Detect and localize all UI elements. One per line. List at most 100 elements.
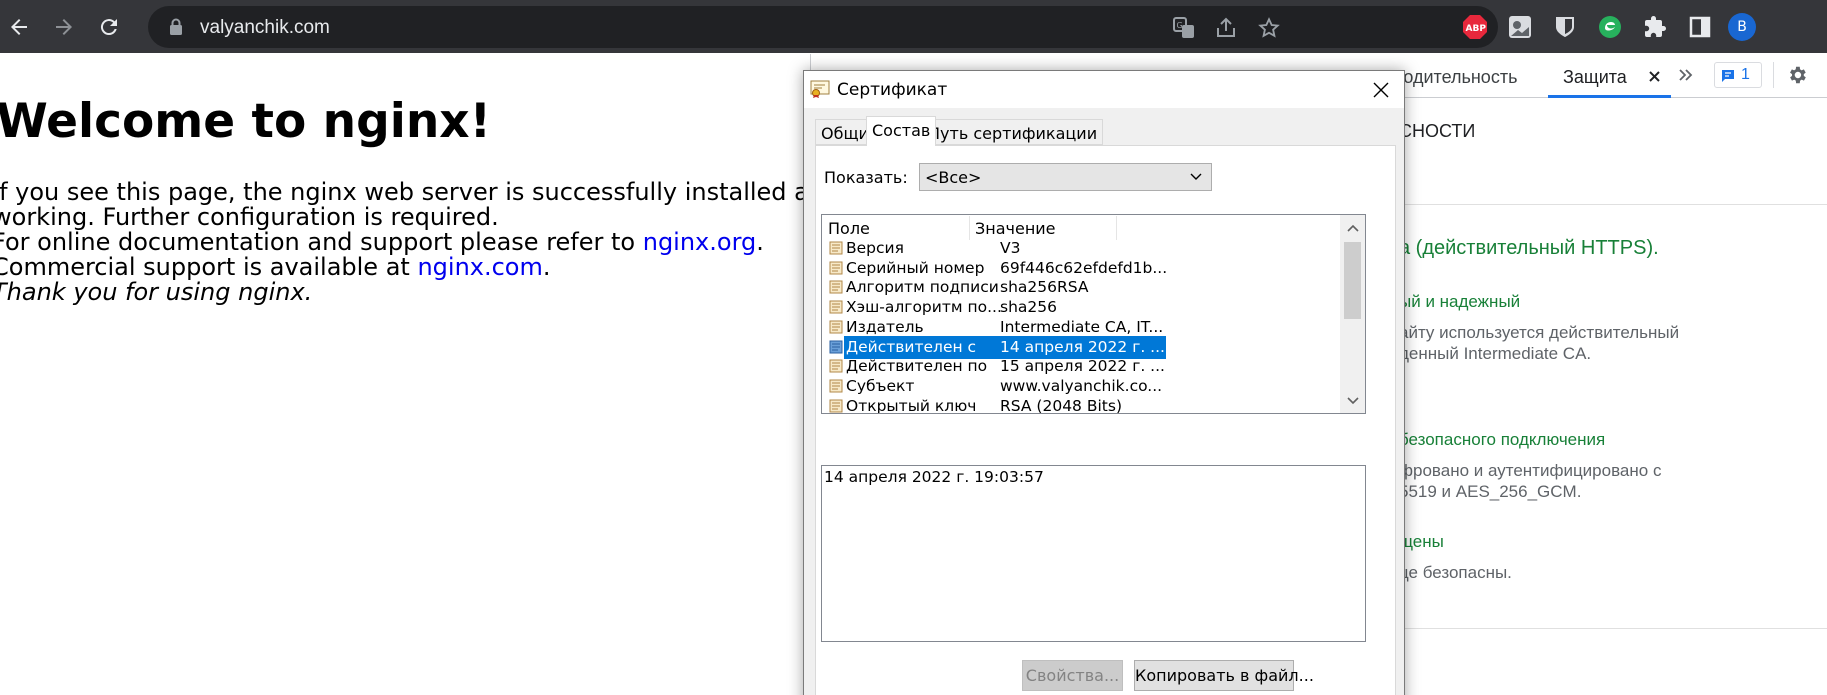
scroll-down-button[interactable]: [1340, 388, 1365, 413]
reload-button[interactable]: [92, 10, 126, 44]
share-button[interactable]: [1213, 15, 1239, 41]
svg-text:ABP: ABP: [1466, 24, 1487, 34]
nginx-com-link[interactable]: nginx.com: [417, 253, 542, 281]
dialog-title: Сертификат: [837, 80, 948, 100]
show-label: Показать:: [824, 168, 908, 187]
field-name: Открытый ключ: [846, 396, 977, 414]
star-icon: [1258, 17, 1280, 38]
divider: [1399, 204, 1827, 205]
close-button[interactable]: [1364, 75, 1398, 105]
list-scrollbar[interactable]: [1340, 215, 1365, 413]
paragraph-text: .: [756, 228, 764, 256]
thanks-italic: Thank you for using nginx.: [0, 278, 313, 306]
column-header-field[interactable]: Поле: [828, 219, 870, 238]
column-header-value[interactable]: Значение: [975, 219, 1056, 238]
certificate-field-icon: [829, 340, 843, 353]
certificate-field-icon: [829, 359, 843, 373]
nginx-org-link[interactable]: nginx.org: [643, 228, 757, 256]
share-icon: [1217, 17, 1235, 37]
svg-text:G: G: [1177, 21, 1183, 30]
certificate-field-icon: [829, 280, 843, 294]
adblock-plus-icon: ABP: [1463, 15, 1487, 39]
forward-arrow-icon: [56, 19, 72, 35]
toolbar-divider: [1773, 62, 1774, 88]
page-heading: Welcome to nginx!: [0, 94, 492, 149]
paragraph-line: working. Further configuration is requir…: [0, 203, 499, 231]
shield-icon: [1556, 17, 1574, 37]
tab-details[interactable]: Состав: [866, 116, 937, 146]
reload-icon: [100, 19, 117, 36]
field-value-textbox[interactable]: 14 апреля 2022 г. 19:03:57: [821, 465, 1366, 642]
field-value-text: 14 апреля 2022 г. 19:03:57: [824, 468, 1044, 486]
list-item[interactable]: Открытый ключ RSA (2048 Bits): [822, 395, 1341, 414]
avatar: В: [1728, 13, 1756, 41]
browser-toolbar: valyanchik.com G ABP В: [0, 0, 1827, 53]
certificate-field-icon: [829, 300, 843, 314]
adblock-plus-extension[interactable]: ABP: [1460, 12, 1490, 42]
divider: [1399, 628, 1827, 629]
certificate-field-icon: [829, 261, 843, 275]
https-status: а (действительный HTTPS).: [1399, 237, 1659, 259]
paragraph-support: Commercial support is available at nginx…: [0, 253, 551, 281]
chevron-down-icon: [1190, 173, 1202, 180]
side-panel-icon: [1689, 16, 1711, 38]
paragraph-text: Commercial support is available at: [0, 253, 418, 281]
image-extension[interactable]: [1505, 12, 1535, 42]
security-overview-heading: СНОСТИ: [1399, 121, 1476, 141]
edge-like-icon: [1599, 16, 1621, 38]
resources-title: щены: [1399, 532, 1444, 551]
back-button[interactable]: [2, 10, 36, 44]
certificate-desc-line: айту используется действительный: [1399, 323, 1680, 342]
issues-counter[interactable]: 1: [1714, 62, 1762, 88]
image-icon: [1509, 16, 1531, 38]
thanks-text: Thank you for using nginx.: [0, 278, 312, 306]
bookmark-button[interactable]: [1256, 15, 1282, 41]
copy-to-file-button[interactable]: Копировать в файл...: [1134, 660, 1314, 691]
bitwarden-extension[interactable]: [1550, 12, 1580, 42]
paragraph-text: .: [542, 253, 551, 281]
paragraph-docs: For online documentation and support ple…: [0, 228, 764, 256]
certificate-desc-line: денный Intermediate CA.: [1399, 344, 1592, 363]
url-text: valyanchik.com: [200, 17, 330, 38]
issues-count: 1: [1741, 66, 1750, 83]
chevron-up-icon: [1346, 224, 1359, 232]
resources-desc: це безопасны.: [1399, 563, 1512, 582]
certificate-field-icon: [829, 379, 843, 393]
close-icon: [1373, 82, 1389, 98]
extensions-button[interactable]: [1640, 12, 1670, 42]
scroll-thumb[interactable]: [1344, 242, 1361, 319]
properties-button[interactable]: Свойства...: [1022, 660, 1123, 691]
tab-security[interactable]: Защита: [1563, 67, 1627, 88]
translate-icon: G: [1173, 17, 1194, 38]
certificate-field-icon: [829, 399, 843, 413]
active-tab-indicator: [1548, 95, 1671, 98]
chevron-down-icon: [1346, 396, 1359, 404]
certificate-field-icon: [829, 241, 843, 255]
certificate-fields-list[interactable]: Поле Значение Версия V3 Серийный номер 69f4…: [821, 214, 1366, 414]
connection-desc-line: 5519 и AES_256_GCM.: [1399, 482, 1582, 501]
profile-button[interactable]: В: [1727, 12, 1757, 42]
web-page: Welcome to nginx! If you see this page, …: [0, 54, 810, 695]
address-bar[interactable]: valyanchik.com G: [148, 6, 1498, 48]
close-tab-icon[interactable]: [1649, 71, 1660, 82]
issue-chat-icon: [1722, 70, 1734, 82]
certificate-field-icon: [829, 320, 843, 334]
settings-gear-icon[interactable]: [1786, 64, 1808, 86]
tab-certification-path[interactable]: Путь сертификации: [922, 119, 1104, 145]
select-value: <Все>: [925, 168, 982, 187]
connection-title: безопасного подключения: [1399, 430, 1606, 449]
dialog-titlebar[interactable]: Сертификат: [804, 71, 1404, 108]
translate-button[interactable]: G: [1171, 15, 1197, 41]
side-panel-button[interactable]: [1685, 12, 1715, 42]
paragraph-line: If you see this page, the nginx web serv…: [0, 178, 810, 206]
certificate-title: ый и надежный: [1399, 292, 1521, 311]
paragraph-text: For online documentation and support ple…: [0, 228, 643, 256]
field-value: RSA (2048 Bits): [1000, 396, 1122, 414]
scroll-up-button[interactable]: [1340, 215, 1365, 240]
more-tabs-icon[interactable]: [1678, 67, 1694, 83]
green-extension[interactable]: [1595, 12, 1625, 42]
tab-performance[interactable]: водительность: [1394, 67, 1517, 88]
forward-button[interactable]: [47, 10, 81, 44]
connection-desc-line: фровано и аутентифицировано с: [1399, 461, 1662, 480]
show-filter-select[interactable]: <Все>: [919, 163, 1212, 191]
